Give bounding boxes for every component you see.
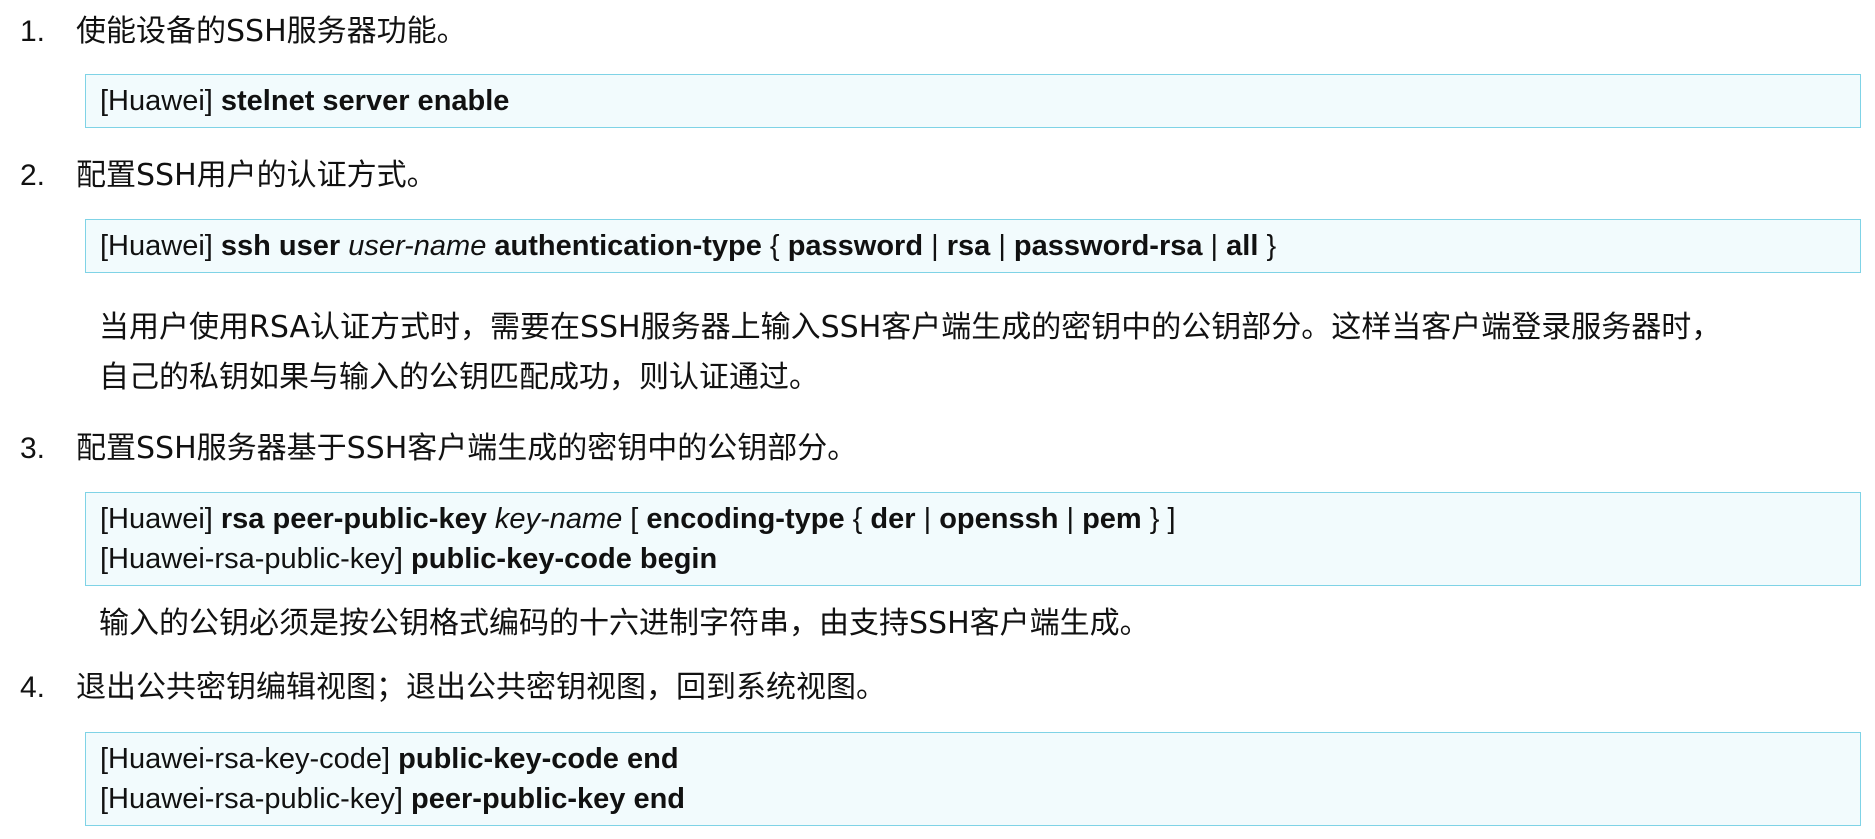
step-number: 2. (20, 159, 46, 192)
command-block: [Huawei] rsa peer-public-key key-name [ … (85, 492, 1861, 586)
command-line: [Huawei-rsa-public-key] public-key-code … (100, 539, 1846, 579)
command-keyword: authentication-type (494, 230, 762, 262)
command-text: [Huawei-rsa-key-code] (100, 743, 399, 775)
command-text: } ] (1141, 503, 1176, 535)
command-line: [Huawei-rsa-public-key] peer-public-key … (100, 779, 1846, 819)
command-keyword: all (1226, 230, 1259, 262)
step-number: 3. (20, 432, 46, 465)
command-keyword: peer-public-key end (411, 783, 686, 815)
command-keyword: stelnet server enable (220, 85, 510, 117)
command-text: [Huawei-rsa-public-key] (100, 543, 412, 575)
command-text: | (1202, 230, 1227, 262)
command-text: [ (622, 503, 647, 535)
note-line: 自己的私钥如果与输入的公钥匹配成功，则认证通过。 (99, 360, 819, 395)
command-text: | (990, 230, 1014, 262)
command-text: [Huawei] (100, 85, 221, 117)
command-keyword: openssh (939, 503, 1059, 535)
step-title: 退出公共密钥编辑视图；退出公共密钥视图，回到系统视图。 (76, 670, 886, 705)
command-text: [Huawei-rsa-public-key] (100, 783, 412, 815)
command-text: } (1258, 230, 1277, 262)
command-line: [Huawei] ssh user user-name authenticati… (100, 226, 1846, 266)
command-block: [Huawei] ssh user user-name authenticati… (85, 219, 1861, 273)
command-text: [Huawei] (100, 230, 221, 262)
command-keyword: rsa peer-public-key (220, 503, 487, 535)
command-keyword: public-key-code end (398, 743, 679, 775)
step-number: 4. (20, 671, 46, 704)
command-block: [Huawei-rsa-key-code] public-key-code en… (85, 732, 1861, 826)
command-text: { (761, 230, 788, 262)
command-keyword: der (870, 503, 916, 535)
step-title: 使能设备的SSH服务器功能。 (76, 14, 467, 49)
command-keyword: ssh user (220, 230, 341, 262)
note-line: 输入的公钥必须是按公钥格式编码的十六进制字符串，由支持SSH客户端生成。 (99, 606, 1150, 641)
command-text: | (923, 230, 947, 262)
command-text: { (844, 503, 871, 535)
step-title: 配置SSH用户的认证方式。 (76, 158, 437, 193)
step-title: 配置SSH服务器基于SSH客户端生成的密钥中的公钥部分。 (76, 431, 858, 466)
command-block: [Huawei] stelnet server enable (85, 74, 1861, 128)
command-text: [Huawei] (100, 503, 221, 535)
command-keyword: rsa (946, 230, 991, 262)
command-keyword: password (787, 230, 924, 262)
command-keyword: pem (1082, 503, 1142, 535)
command-keyword: password-rsa (1013, 230, 1203, 262)
command-keyword: public-key-code begin (411, 543, 718, 575)
command-keyword: encoding-type (646, 503, 845, 535)
command-line: [Huawei] stelnet server enable (100, 81, 1846, 121)
command-parameter: user-name (348, 230, 487, 262)
command-parameter: key-name (494, 503, 623, 535)
command-line: [Huawei-rsa-key-code] public-key-code en… (100, 739, 1846, 779)
command-text: | (915, 503, 940, 535)
command-text (487, 503, 495, 535)
step-number: 1. (20, 15, 46, 48)
command-text: | (1058, 503, 1083, 535)
command-line: [Huawei] rsa peer-public-key key-name [ … (100, 499, 1846, 539)
note-line: 当用户使用RSA认证方式时，需要在SSH服务器上输入SSH客户端生成的密钥中的公… (99, 310, 1722, 345)
